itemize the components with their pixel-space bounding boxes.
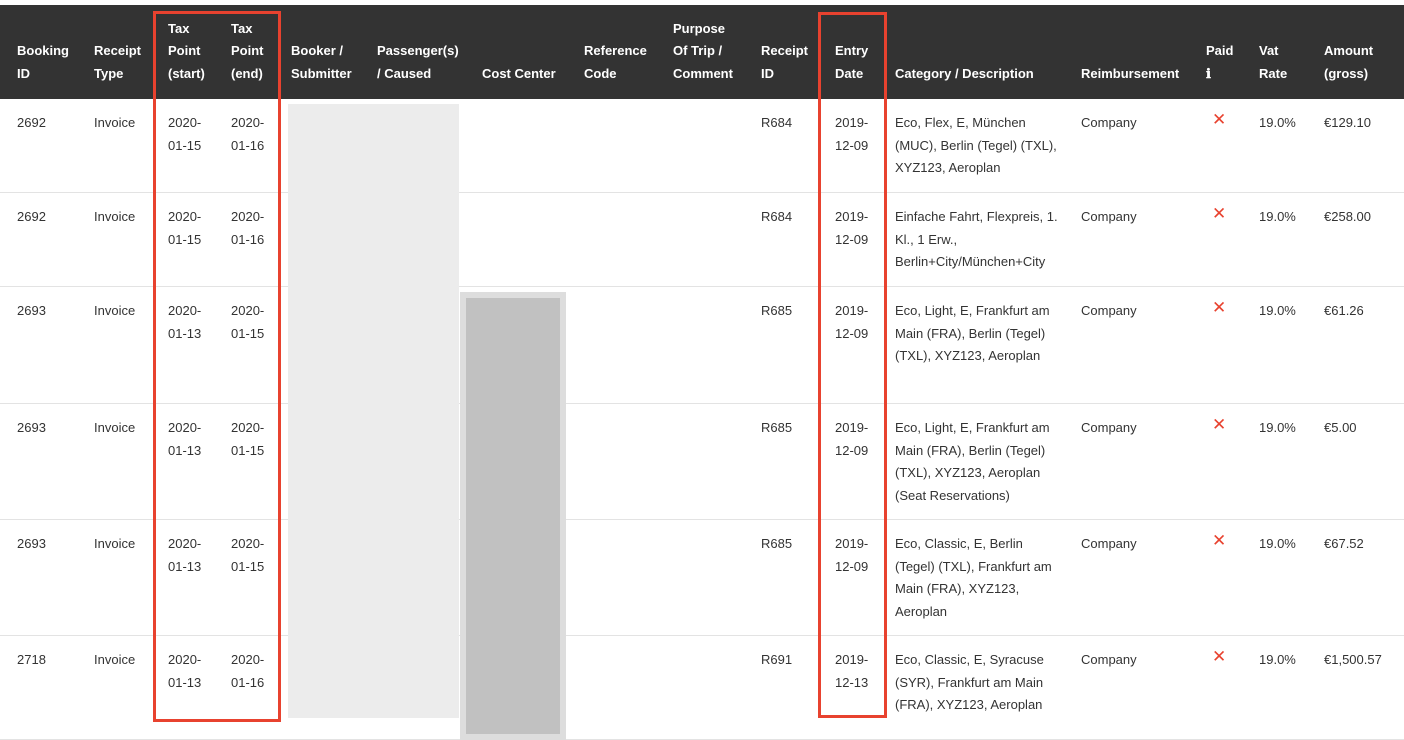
cell-category: Einfache Fahrt, Flexpreis, 1. Kl., 1 Erw.… xyxy=(895,209,1058,269)
cell-category: Eco, Classic, E, Berlin (Tegel) (TXL), Fr… xyxy=(895,536,1052,619)
header-amount[interactable]: Amount (gross) xyxy=(1324,40,1373,85)
cell-amount: €258.00 xyxy=(1324,209,1371,224)
cell-receipt-type: Invoice xyxy=(94,652,136,667)
header-reference[interactable]: Reference Code xyxy=(584,40,647,85)
cell-receipt-type: Invoice xyxy=(94,209,136,224)
cell-amount: €1,500.57 xyxy=(1324,652,1382,667)
header-booking-id[interactable]: Booking ID xyxy=(17,40,69,85)
cell-vat-rate: 19.0% xyxy=(1259,209,1296,224)
unpaid-x-icon: ✕ xyxy=(1212,647,1227,666)
cell-amount: €5.00 xyxy=(1324,420,1357,435)
header-category[interactable]: Category / Description xyxy=(895,63,1034,86)
cell-reimbursement: Company xyxy=(1081,115,1137,130)
unpaid-x-icon: ✕ xyxy=(1212,298,1227,317)
cell-reimbursement: Company xyxy=(1081,536,1137,551)
cell-category: Eco, Classic, E, Syracuse (SYR), Frankfur… xyxy=(895,652,1044,712)
cell-receipt-id[interactable]: R685 xyxy=(761,300,792,323)
cell-receipt-id[interactable]: R685 xyxy=(761,533,792,556)
cell-booking-id[interactable]: 2693 xyxy=(17,300,46,323)
cell-amount: €61.26 xyxy=(1324,303,1364,318)
cell-receipt-type: Invoice xyxy=(94,303,136,318)
cell-booking-id[interactable]: 2692 xyxy=(17,206,46,229)
cell-receipt-id[interactable]: R685 xyxy=(761,417,792,440)
header-reimbursement[interactable]: Reimbursement xyxy=(1081,63,1179,86)
cell-booking-id[interactable]: 2718 xyxy=(17,649,46,672)
redacted-area-booker-passengers xyxy=(288,104,459,718)
unpaid-x-icon: ✕ xyxy=(1212,415,1227,434)
header-vat-rate[interactable]: Vat Rate xyxy=(1259,40,1287,85)
cell-receipt-id[interactable]: R684 xyxy=(761,112,792,135)
cell-reimbursement: Company xyxy=(1081,303,1137,318)
header-receipt-type[interactable]: Receipt Type xyxy=(94,40,141,85)
header-receipt-id[interactable]: Receipt ID xyxy=(761,40,808,85)
cell-reimbursement: Company xyxy=(1081,652,1137,667)
redacted-area-cost-center xyxy=(460,292,566,740)
unpaid-x-icon: ✕ xyxy=(1212,531,1227,550)
cell-amount: €129.10 xyxy=(1324,115,1371,130)
cell-vat-rate: 19.0% xyxy=(1259,652,1296,667)
cell-reimbursement: Company xyxy=(1081,420,1137,435)
cell-booking-id[interactable]: 2692 xyxy=(17,112,46,135)
header-purpose[interactable]: Purpose Of Trip / Comment xyxy=(673,18,733,86)
cell-vat-rate: 19.0% xyxy=(1259,420,1296,435)
cell-receipt-id[interactable]: R684 xyxy=(761,206,792,229)
cell-reimbursement: Company xyxy=(1081,209,1137,224)
cell-amount: €67.52 xyxy=(1324,536,1364,551)
cell-receipt-type: Invoice xyxy=(94,115,136,130)
highlight-box-entry-date xyxy=(818,12,887,718)
highlight-box-tax-point xyxy=(153,11,281,722)
cell-receipt-type: Invoice xyxy=(94,536,136,551)
cell-vat-rate: 19.0% xyxy=(1259,115,1296,130)
header-paid[interactable]: Paid ℹ xyxy=(1206,40,1233,85)
cell-receipt-id[interactable]: R691 xyxy=(761,649,792,672)
cell-category: Eco, Flex, E, München (MUC), Berlin (Tege… xyxy=(895,115,1057,175)
unpaid-x-icon: ✕ xyxy=(1212,110,1227,129)
cell-receipt-type: Invoice xyxy=(94,420,136,435)
header-passengers[interactable]: Passenger(s) / Caused xyxy=(377,40,459,85)
cell-booking-id[interactable]: 2693 xyxy=(17,533,46,556)
cell-category: Eco, Light, E, Frankfurt am Main (FRA), B… xyxy=(895,420,1050,503)
header-booker[interactable]: Booker / Submitter xyxy=(291,40,352,85)
unpaid-x-icon: ✕ xyxy=(1212,204,1227,223)
cell-booking-id[interactable]: 2693 xyxy=(17,417,46,440)
header-cost-center[interactable]: Cost Center xyxy=(482,63,556,86)
cell-vat-rate: 19.0% xyxy=(1259,536,1296,551)
cell-vat-rate: 19.0% xyxy=(1259,303,1296,318)
cell-category: Eco, Light, E, Frankfurt am Main (FRA), B… xyxy=(895,303,1050,363)
